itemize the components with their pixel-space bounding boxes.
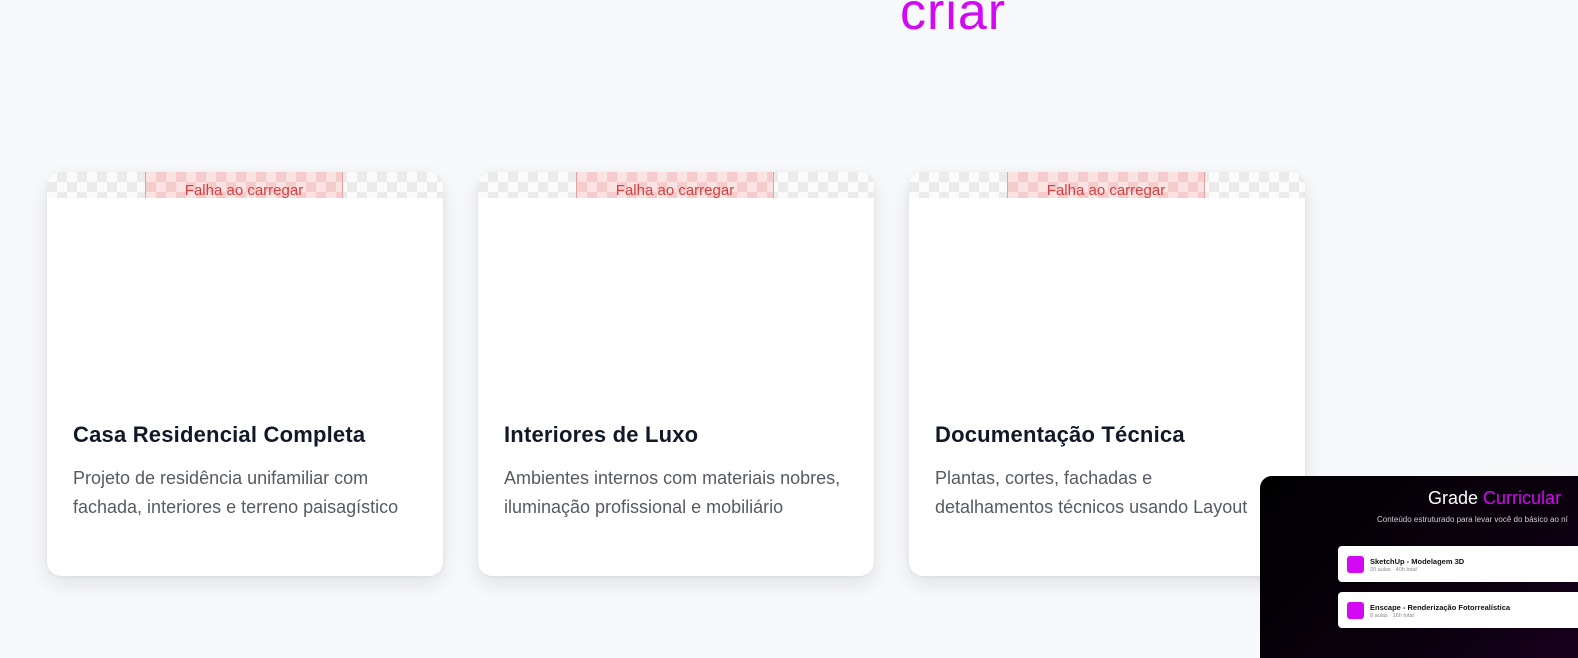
project-description: Plantas, cortes, fachadas e detalhamento… <box>935 468 1248 517</box>
module-title: Enscape - Renderização Fotorrealística <box>1370 603 1511 612</box>
curriculum-title: Grade Curricular <box>1428 488 1561 509</box>
image-load-error: Falha ao carregar <box>1007 172 1205 198</box>
module-meta: 20 aulas · 40h total <box>1370 567 1417 573</box>
project-description: Ambientes internos com materiais nobres,… <box>504 468 841 517</box>
project-title: Documentação Técnica <box>935 422 1185 447</box>
curriculum-subtitle: Conteúdo estruturado para levar você do … <box>1377 515 1568 524</box>
image-load-error: Falha ao carregar <box>145 172 343 198</box>
project-description: Projeto de residência unifamiliar com fa… <box>73 468 399 517</box>
curriculum-module-sketchup[interactable]: SketchUp - Modelagem 3D 20 aulas · 40h t… <box>1338 546 1578 582</box>
project-card-documentacao-tecnica[interactable]: Falha ao carregar Documentação Técnica P… <box>909 172 1305 576</box>
module-square-icon <box>1347 602 1364 619</box>
module-title: SketchUp - Modelagem 3D <box>1370 557 1465 566</box>
module-square-icon <box>1347 556 1364 573</box>
project-card-interiores-luxo[interactable]: Falha ao carregar Interiores de Luxo Amb… <box>478 172 874 576</box>
project-image-placeholder: Falha ao carregar <box>478 172 874 198</box>
curriculum-title-part2: Curricular <box>1483 488 1562 508</box>
project-title: Casa Residencial Completa <box>73 422 366 447</box>
project-title: Interiores de Luxo <box>504 422 699 447</box>
module-meta: 8 aulas · 16h total <box>1370 613 1414 619</box>
project-image-placeholder: Falha ao carregar <box>47 172 443 198</box>
curriculum-title-part1: Grade <box>1428 488 1479 508</box>
section-heading-accent-word: criar <box>900 0 1007 41</box>
page: criar Falha ao carregar Casa Residencial… <box>0 0 1578 658</box>
curriculum-module-enscape[interactable]: Enscape - Renderização Fotorrealística 8… <box>1338 592 1578 628</box>
image-load-error: Falha ao carregar <box>576 172 774 198</box>
project-card-casa-residencial[interactable]: Falha ao carregar Casa Residencial Compl… <box>47 172 443 576</box>
curriculum-preview-panel[interactable]: Grade Curricular Conteúdo estruturado pa… <box>1260 476 1578 658</box>
project-image-placeholder: Falha ao carregar <box>909 172 1305 198</box>
